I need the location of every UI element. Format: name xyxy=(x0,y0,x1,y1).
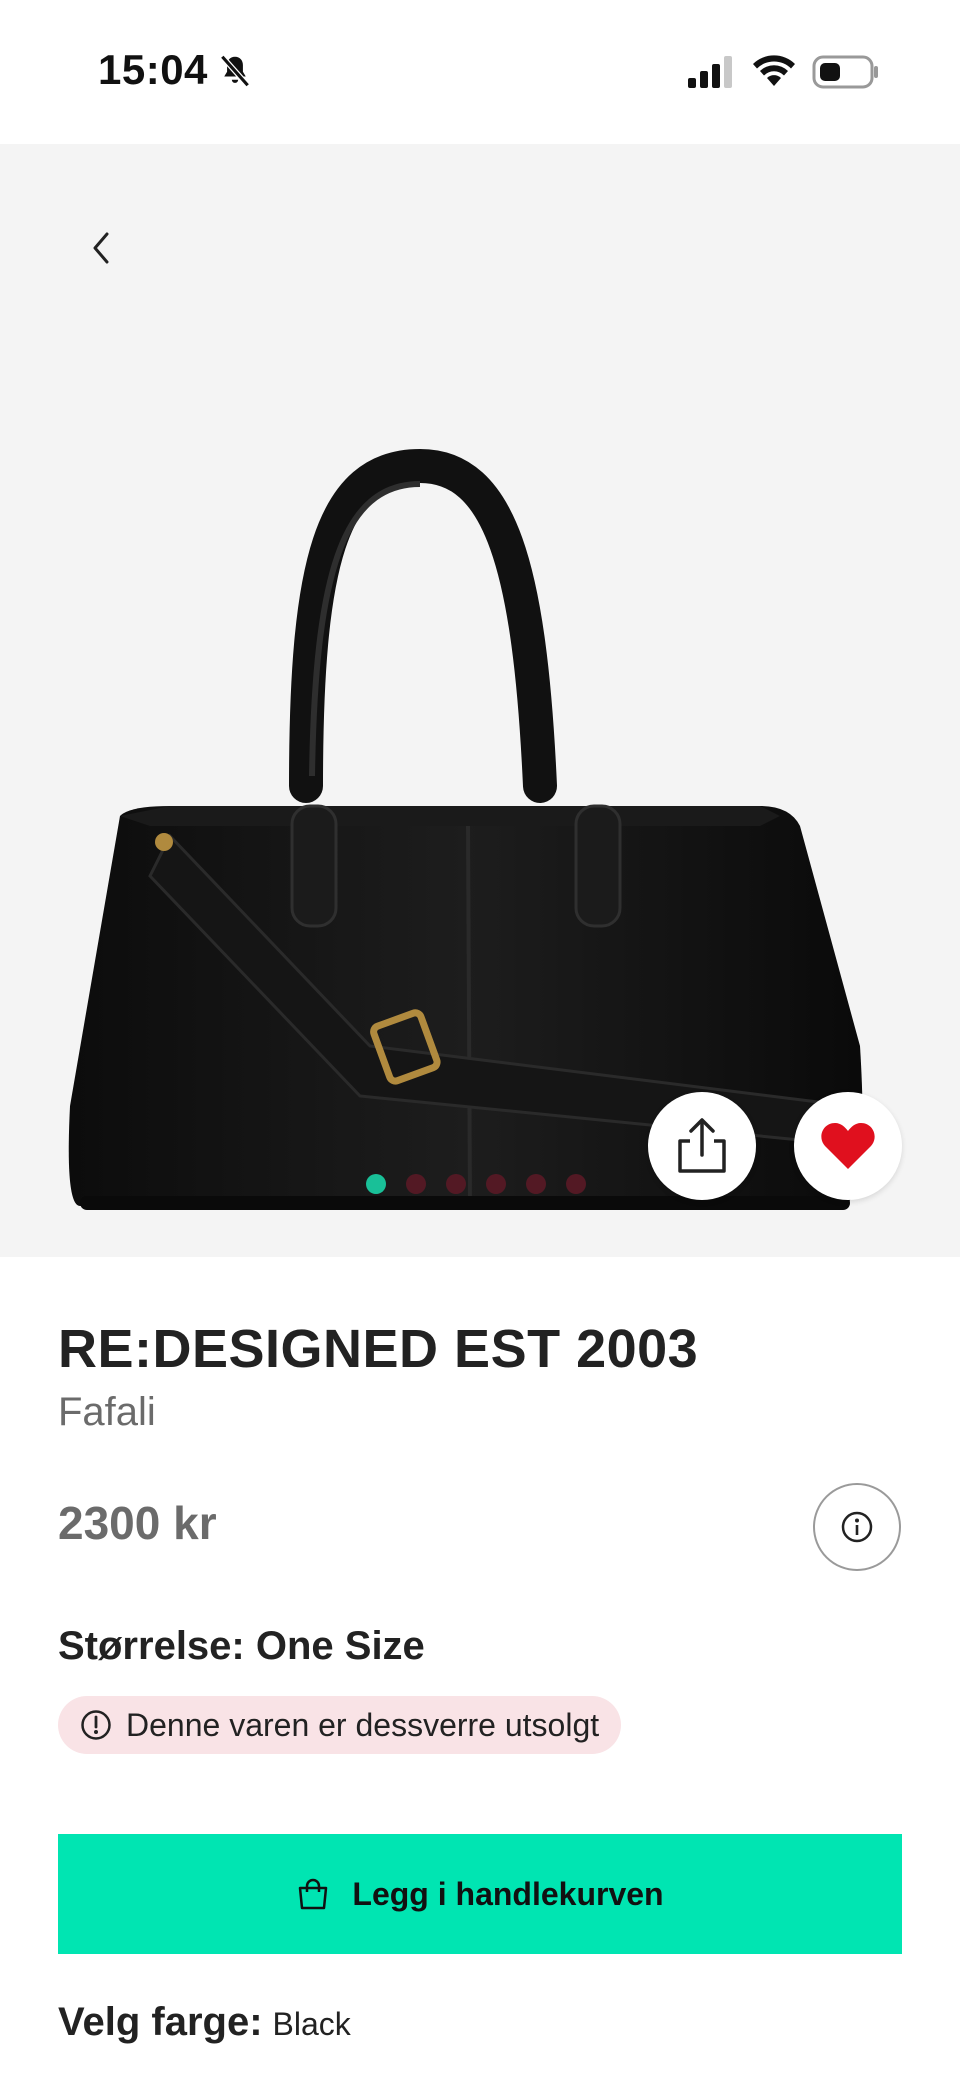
bell-slash-icon xyxy=(220,54,250,88)
chevron-left-icon xyxy=(93,232,109,264)
color-selector[interactable]: Velg farge: Black xyxy=(58,2000,351,2045)
gallery-dot[interactable] xyxy=(406,1174,426,1194)
product-image xyxy=(68,448,875,1210)
soldout-text: Denne varen er dessverre utsolgt xyxy=(126,1706,600,1743)
info-icon xyxy=(841,1511,873,1543)
gallery-dot[interactable] xyxy=(446,1174,466,1194)
product-brand: RE:DESIGNED EST 2003 xyxy=(58,1319,699,1379)
alert-icon xyxy=(81,1710,111,1740)
share-icon xyxy=(678,1118,726,1173)
size-label: Størrelse: One Size xyxy=(58,1624,425,1668)
gallery-dots[interactable] xyxy=(366,1174,586,1194)
product-name: Fafali xyxy=(58,1390,156,1434)
info-button[interactable] xyxy=(813,1483,901,1571)
gallery-dot[interactable] xyxy=(566,1174,586,1194)
color-value: Black xyxy=(272,2006,351,2042)
product-price: 2300 kr xyxy=(58,1497,217,1549)
signal-icon xyxy=(688,56,732,88)
add-to-cart-label: Legg i handlekurven xyxy=(352,1875,664,1912)
add-to-cart-button[interactable]: Legg i handlekurven xyxy=(58,1834,902,1954)
back-button[interactable] xyxy=(78,224,126,272)
gallery-dot[interactable] xyxy=(366,1174,386,1194)
gallery-dot[interactable] xyxy=(526,1174,546,1194)
product-image-gallery[interactable] xyxy=(0,144,960,1257)
battery-icon xyxy=(812,55,878,89)
status-bar: 15:04 xyxy=(0,0,960,144)
soldout-badge: Denne varen er dessverre utsolgt xyxy=(58,1696,622,1754)
gallery-dot[interactable] xyxy=(486,1174,506,1194)
wifi-icon xyxy=(753,55,795,86)
color-label: Velg farge: xyxy=(58,2000,263,2044)
share-button[interactable] xyxy=(648,1092,756,1200)
favorite-button[interactable] xyxy=(794,1092,902,1200)
status-time: 15:04 xyxy=(98,46,208,93)
shopping-bag-icon xyxy=(299,1878,328,1910)
heart-icon xyxy=(821,1123,875,1169)
